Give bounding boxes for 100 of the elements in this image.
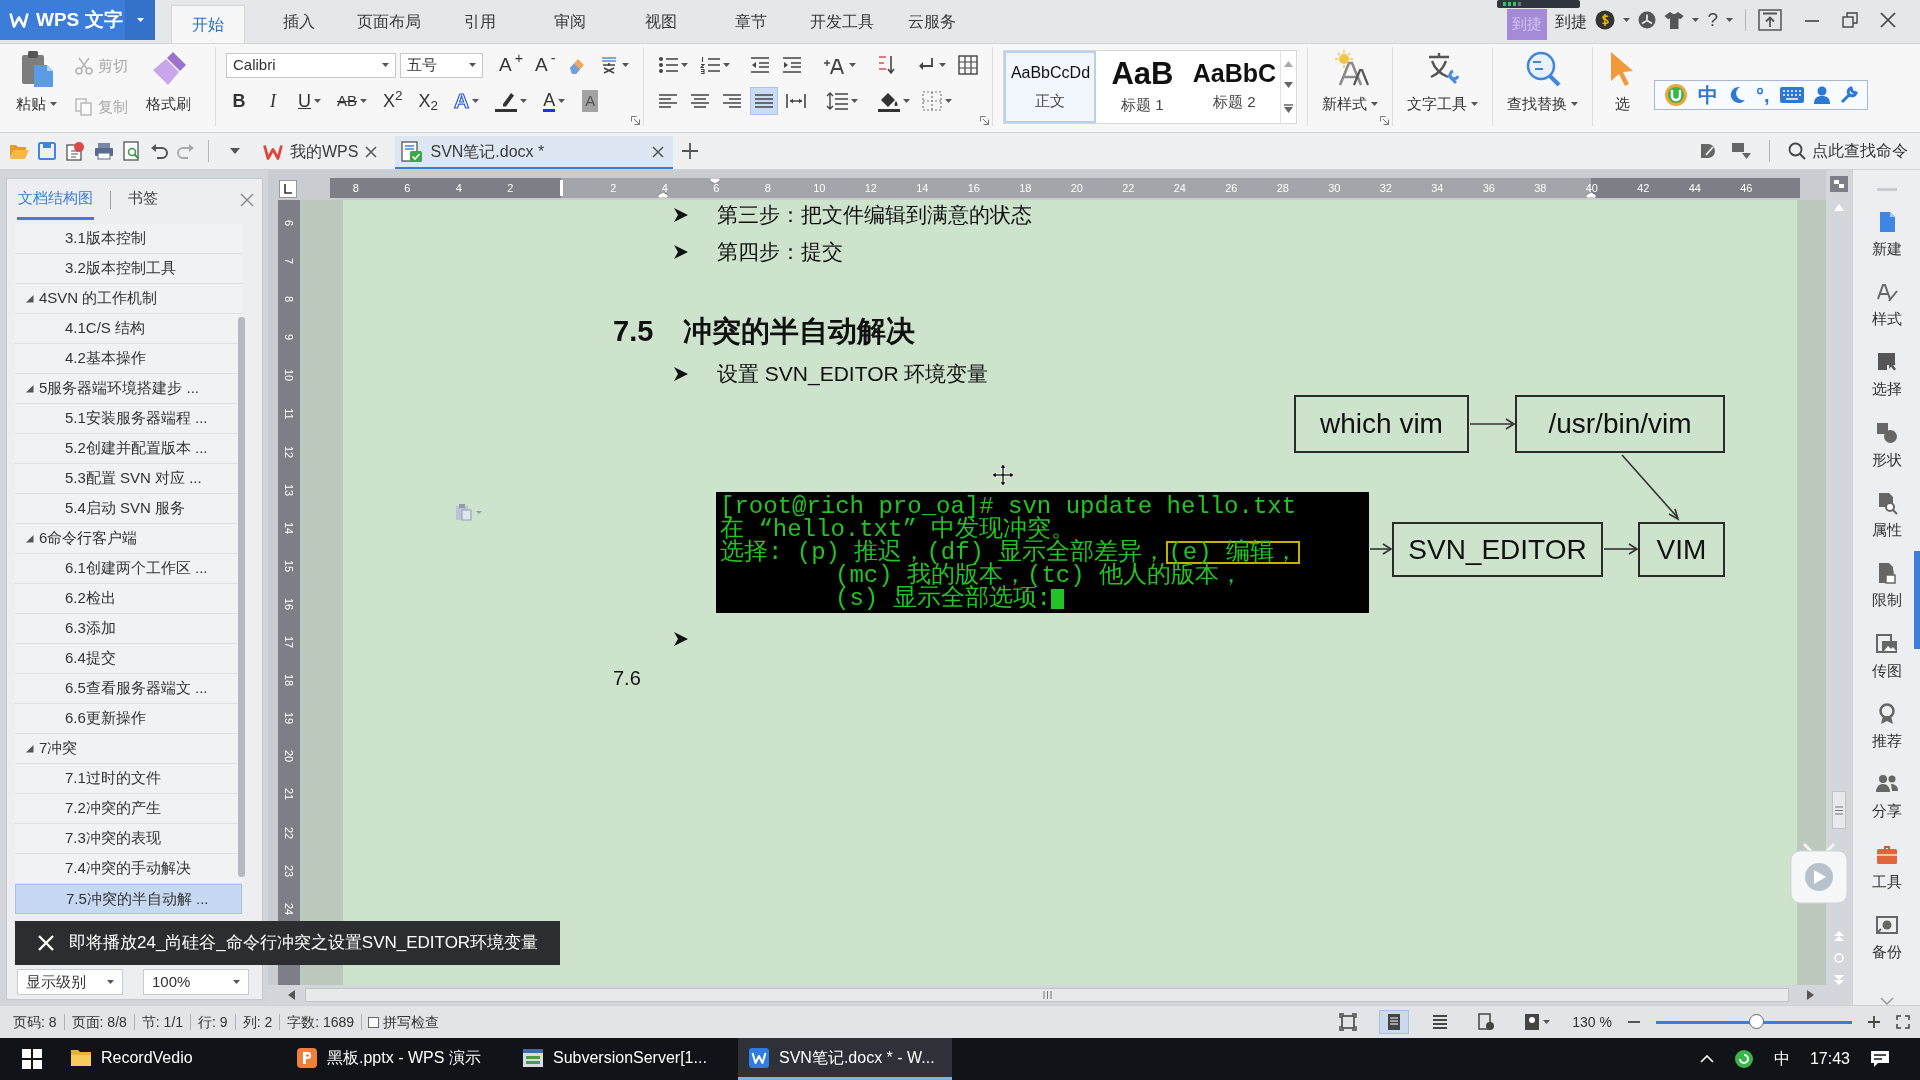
task-pane-button[interactable]: 推荐 [1856, 692, 1917, 763]
outline-item[interactable]: 7.4冲突的手动解决 [15, 854, 242, 884]
user-icon[interactable] [1813, 86, 1830, 104]
input-mode-toggle[interactable]: 中 [1698, 80, 1718, 110]
style-preview-tile[interactable]: AaBbC 标题 2 [1188, 51, 1281, 123]
right-indent-icon[interactable] [1586, 192, 1596, 198]
app-menu-button[interactable]: WPS 文字 [0, 0, 125, 40]
ribbon-tab[interactable]: 开发工具 [804, 0, 879, 43]
command-search-button[interactable]: 点此查找命令 [1788, 139, 1908, 163]
outline-item[interactable]: 4.1C/S 结构 [15, 314, 242, 344]
find-replace-button[interactable]: 查找替换 [1503, 47, 1583, 126]
taskbar-item[interactable]: RecordVedio [60, 1038, 274, 1080]
save-icon[interactable] [38, 142, 56, 160]
dialog-launcher-icon[interactable] [631, 116, 641, 125]
spell-check-toggle[interactable]: 拼写检查 [362, 1011, 440, 1033]
keyboard-icon[interactable] [1779, 87, 1804, 103]
scrollbar-thumb[interactable] [1832, 791, 1846, 829]
download-list-icon[interactable] [1731, 142, 1751, 160]
font-color-button[interactable]: A [539, 87, 570, 115]
close-icon[interactable] [365, 145, 378, 158]
paste-button[interactable]: 粘贴 [12, 47, 61, 126]
zoom-slider-thumb[interactable] [1748, 1014, 1764, 1029]
task-pane-button[interactable]: 工具 [1856, 832, 1917, 903]
superscript-button[interactable]: X$^{2}$ [379, 87, 407, 115]
outline-item[interactable]: 3.1版本控制 [15, 224, 242, 254]
notification-icon[interactable] [1870, 1050, 1890, 1068]
ribbon-tab[interactable]: 云服务 [895, 0, 969, 43]
clock-time[interactable]: 17:43 [1809, 1047, 1850, 1071]
tray-app-icon[interactable] [1733, 1049, 1754, 1069]
bold-button[interactable]: B [226, 87, 252, 115]
task-pane-button[interactable]: 形状 [1856, 410, 1917, 482]
show-hidden-icons-icon[interactable] [1699, 1055, 1714, 1063]
expanded-triangle-icon[interactable] [25, 744, 34, 753]
ribbon-tab[interactable]: 视图 [623, 0, 698, 43]
ribbon-tab[interactable]: 引用 [442, 0, 517, 43]
grow-font-button[interactable]: A$^{+}$ [495, 51, 527, 79]
ruler-toggle-icon[interactable] [1830, 176, 1848, 192]
input-language[interactable]: 中 [1773, 1047, 1790, 1071]
checkbox[interactable] [368, 1016, 380, 1028]
print-preview-icon[interactable] [123, 141, 141, 161]
print-icon[interactable] [94, 142, 114, 160]
new-style-button[interactable]: 新样式 [1318, 47, 1383, 126]
pane-tab[interactable]: 文档结构图 [17, 180, 94, 220]
expanded-triangle-icon[interactable] [25, 384, 34, 393]
format-painter-button[interactable]: 格式刷 [142, 47, 195, 126]
undo-icon[interactable] [150, 143, 168, 159]
underline-button[interactable]: U [294, 87, 325, 115]
coin-icon[interactable] [1595, 10, 1616, 30]
task-pane-button[interactable]: 属性 [1856, 481, 1917, 552]
sphere-icon[interactable] [1638, 11, 1657, 29]
more-styles-icon[interactable] [1284, 104, 1294, 114]
expanded-triangle-icon[interactable] [25, 294, 34, 303]
ribbon-tab[interactable]: 开始 [171, 5, 245, 43]
shrink-font-button[interactable]: A$^{-}$ [531, 51, 560, 79]
help-button[interactable]: ? [1707, 5, 1718, 35]
level-filter-dropdown[interactable]: 显示级别 [17, 969, 123, 995]
new-tab-icon[interactable] [682, 143, 699, 159]
task-pane-button[interactable]: 样式 [1856, 270, 1917, 341]
task-pane-button[interactable]: 分享 [1856, 762, 1917, 833]
windows-logo-icon[interactable] [22, 1049, 42, 1069]
text-tools-button[interactable]: 文字工具 [1403, 47, 1483, 126]
strikethrough-button[interactable]: AB [333, 87, 371, 115]
alignment-button[interactable] [750, 87, 779, 115]
font-family-field[interactable]: Calibri [226, 52, 396, 78]
outline-item[interactable]: 4SVN 的工作机制 [15, 284, 242, 314]
expanded-triangle-icon[interactable] [25, 534, 34, 543]
dialog-launcher-icon[interactable] [1380, 116, 1390, 125]
close-icon[interactable] [1880, 12, 1896, 28]
ribbon-tab[interactable]: 章节 [714, 0, 788, 43]
upload-icon[interactable] [1758, 9, 1782, 31]
first-line-indent-icon[interactable] [710, 178, 720, 184]
taskbar-item[interactable]: SVN笔记.docx * - W... [738, 1038, 952, 1080]
restore-icon[interactable] [1842, 12, 1858, 28]
wrench-icon[interactable] [1839, 86, 1858, 104]
task-pane-button[interactable]: 备份 [1856, 902, 1917, 974]
document-tab[interactable]: SVN笔记.docx * [395, 136, 674, 169]
taskbar-item[interactable]: SubversionServer[1... [512, 1038, 726, 1080]
document-tab[interactable]: 我的WPS [257, 136, 387, 169]
punctuation-toggle[interactable]: °, [1756, 80, 1770, 110]
scrollbar-thumb[interactable] [238, 317, 245, 877]
outline-item[interactable]: 7.5冲突的半自动解 ... [15, 884, 242, 914]
outline-item[interactable]: 3.2版本控制工具 [15, 254, 242, 284]
pane-tab[interactable]: 书签 [127, 180, 159, 220]
zoom-dropdown[interactable]: 100% [143, 969, 249, 995]
select-button[interactable]: 选 [1603, 47, 1642, 126]
recorder-widget-icon[interactable] [1497, 0, 1580, 8]
taskbar-item[interactable]: 黑板.pptx - WPS 演示 [286, 1038, 500, 1080]
shirt-icon[interactable] [1664, 11, 1685, 29]
margin-marker-icon[interactable] [560, 180, 564, 196]
moon-icon[interactable] [1728, 86, 1746, 104]
style-preview-tile[interactable]: AaB 标题 1 [1096, 51, 1189, 123]
tab-stop-icon[interactable] [279, 180, 297, 198]
hanging-indent-icon[interactable] [658, 192, 668, 198]
scroll-down-icon[interactable] [1284, 82, 1294, 89]
italic-button[interactable]: I [260, 87, 286, 115]
scroll-left-icon[interactable] [288, 990, 295, 1000]
template-icon[interactable] [65, 141, 85, 161]
zoom-in-icon[interactable] [1868, 1016, 1880, 1028]
drag-handle-icon[interactable] [1876, 188, 1897, 192]
subscript-button[interactable]: X$_{2}$ [414, 87, 443, 115]
